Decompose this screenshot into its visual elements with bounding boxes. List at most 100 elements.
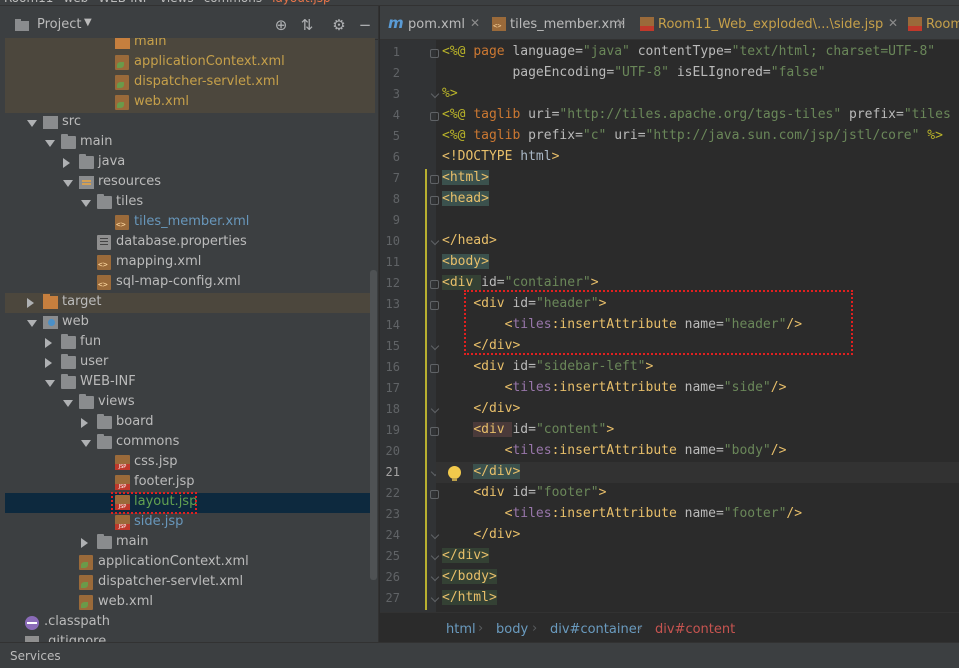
tree-item[interactable]: commons [5,433,375,453]
nav-crumb[interactable]: layout.jsp [272,0,330,5]
breadcrumb-item[interactable]: div#content [655,622,735,637]
tree-item[interactable]: applicationContext.xml [5,553,375,573]
fold-icon[interactable] [430,112,439,121]
svg-text:<>: <> [493,22,501,30]
project-panel-title[interactable]: Project [37,17,81,32]
tree-item[interactable]: .gitignore [5,633,375,642]
code-token: %> [442,86,458,101]
breadcrumb-item[interactable]: html [446,622,476,637]
tree-item[interactable]: resources [5,173,375,193]
tree-item[interactable]: .classpath [5,613,375,633]
breadcrumb-item[interactable]: body [496,622,528,637]
tree-item[interactable]: web.xml [5,593,375,613]
chevron-down-icon[interactable] [81,200,91,207]
fold-icon[interactable] [430,364,439,373]
tree-item[interactable]: footer.jsp [5,473,375,493]
fold-icon[interactable] [430,301,439,310]
tree-item[interactable]: main [5,38,375,53]
fold-end-icon[interactable] [430,89,440,99]
chevron-right-icon[interactable] [63,158,70,168]
tree-item[interactable]: user [5,353,375,373]
tree-item[interactable]: java [5,153,375,173]
project-scrollbar[interactable] [370,270,377,580]
fold-end-icon[interactable] [430,593,440,603]
chevron-down-icon[interactable] [45,140,55,147]
gear-icon[interactable]: ⚙ [329,15,349,35]
nav-crumb[interactable]: views [160,0,194,5]
chevron-right-icon[interactable] [81,418,88,428]
line-number: 24 [385,528,400,542]
fold-icon[interactable] [430,175,439,184]
fold-end-icon[interactable] [430,341,440,351]
line-number: 19 [385,423,400,437]
tree-item[interactable]: main [5,133,375,153]
fold-end-icon[interactable] [430,530,440,540]
tab-side-jsp-exploded[interactable]: Room11_Web_exploded\...\side.jsp ✕ [632,6,904,39]
fold-end-icon[interactable] [430,551,440,561]
nav-crumb[interactable]: Room11 [4,0,53,5]
tree-item[interactable]: WEB-INF [5,373,375,393]
close-icon[interactable]: ✕ [888,16,898,30]
nav-crumb[interactable]: commons [204,0,263,5]
tree-item[interactable]: applicationContext.xml [5,53,375,73]
tree-item[interactable]: board [5,413,375,433]
tree-item[interactable]: fun [5,333,375,353]
fold-icon[interactable] [430,49,439,58]
tree-item[interactable]: sql-map-config.xml [5,273,375,293]
tree-item[interactable]: tiles_member.xml [5,213,375,233]
code-token: %> [927,128,943,143]
tab-label: Room11_Web_exploded\...\side.jsp [658,17,884,32]
line-number: 13 [385,297,400,311]
chevron-down-icon[interactable] [81,440,91,447]
fold-end-icon[interactable] [430,236,440,246]
tree-item[interactable]: views [5,393,375,413]
chevron-right-icon[interactable] [45,358,52,368]
tree-item[interactable]: web.xml [5,93,375,113]
chevron-right-icon[interactable] [27,298,34,308]
tree-item[interactable]: side.jsp [5,513,375,533]
fold-icon[interactable] [430,280,439,289]
minimize-icon[interactable]: − [355,15,375,35]
tree-item[interactable]: mapping.xml [5,253,375,273]
nav-crumb[interactable]: WEB-INF [98,0,149,5]
fold-end-icon[interactable] [430,404,440,414]
fold-icon[interactable] [430,427,439,436]
chevron-down-icon[interactable] [45,380,55,387]
jsp-file-icon [115,455,130,470]
tree-item-label: user [80,354,109,369]
nav-crumb[interactable]: web [63,0,88,5]
code-token: </html> [442,590,497,605]
fold-end-icon[interactable] [430,572,440,582]
services-tab[interactable]: Services [10,649,61,663]
tree-item[interactable]: tiles [5,193,375,213]
nav-breadcrumb: Room11 web WEB-INF views commons layout.jsp [4,0,341,5]
tab-tiles-member-xml[interactable]: <> tiles_member.xml ✕ [484,6,632,39]
code-editor[interactable]: 1 2 3 4 5 6 7 8 9 10 11 12 13 14 15 16 17 18 19 20 21 22 23 24 2… [380,40,959,612]
chevron-down-icon[interactable] [27,120,37,127]
close-icon[interactable]: ✕ [470,16,480,30]
tree-item[interactable]: web [5,313,375,333]
chevron-right-icon[interactable] [81,538,88,548]
lightbulb-icon[interactable] [448,466,461,481]
tree-item[interactable]: dispatcher-servlet.xml [5,573,375,593]
crosshair-icon[interactable]: ⊕ [271,15,291,35]
fold-icon[interactable] [430,196,439,205]
tree-item[interactable]: database.properties [5,233,375,253]
tab-room[interactable]: Room [904,6,959,39]
tab-pom-xml[interactable]: m pom.xml ✕ [380,6,484,39]
chevron-down-icon[interactable] [27,320,37,327]
collapse-icon[interactable]: ⇅ [297,15,317,35]
tree-item[interactable]: main [5,533,375,553]
chevron-down-icon[interactable] [63,180,73,187]
breadcrumb-item[interactable]: div#container [550,622,642,637]
close-icon[interactable]: ✕ [616,16,626,30]
tree-item[interactable]: src [5,113,375,133]
chevron-down-icon[interactable]: ▼ [84,17,92,28]
tree-item[interactable]: target [5,293,375,313]
tree-item[interactable]: css.jsp [5,453,375,473]
code-token: <div [473,422,513,437]
chevron-down-icon[interactable] [63,400,73,407]
tree-item[interactable]: dispatcher-servlet.xml [5,73,375,93]
fold-icon[interactable] [430,490,439,499]
chevron-right-icon[interactable] [45,338,52,348]
